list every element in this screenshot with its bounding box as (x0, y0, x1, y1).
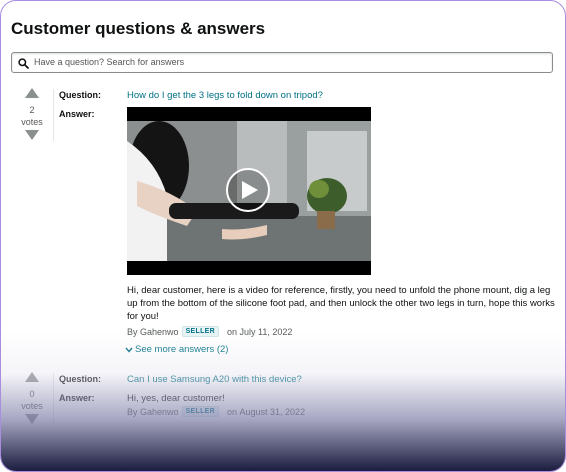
answer-label: Answer: (59, 393, 95, 403)
search-input[interactable] (34, 54, 534, 70)
author-name: Gahenwo (140, 406, 179, 417)
answer-text: Hi, yes, dear customer! (127, 393, 225, 404)
vote-divider (53, 89, 54, 141)
by-label: By (127, 326, 138, 337)
vote-widget: 2 votes (12, 88, 52, 142)
question-label: Question: (59, 374, 101, 384)
question-link[interactable]: Can I use Samsung A20 with this device? (127, 374, 302, 385)
chevron-down-icon (125, 347, 133, 353)
answer-byline: By Gahenwo SELLER on August 31, 2022 (127, 406, 305, 417)
answer-video[interactable] (127, 107, 371, 275)
vote-down-button[interactable] (12, 130, 52, 142)
answer-label: Answer: (59, 109, 95, 119)
triangle-up-icon (25, 88, 39, 98)
see-more-answers-link[interactable]: See more answers (2) (125, 344, 228, 355)
vote-up-button[interactable] (12, 88, 52, 100)
question-link[interactable]: How do I get the 3 legs to fold down on … (127, 90, 323, 101)
answer-byline: By Gahenwo SELLER on July 11, 2022 (127, 326, 292, 337)
triangle-down-icon (25, 130, 39, 140)
see-more-answers-label: See more answers (2) (135, 344, 229, 355)
section-title: Customer questions & answers (11, 19, 266, 38)
triangle-down-icon (25, 414, 39, 424)
votes-label: votes (21, 117, 43, 127)
vote-count: 2 (29, 105, 35, 115)
search-box[interactable] (11, 52, 553, 73)
by-label: By (127, 406, 138, 417)
seller-badge: SELLER (181, 326, 219, 337)
play-icon (242, 181, 258, 199)
search-icon (18, 56, 29, 74)
author-name: Gahenwo (140, 326, 179, 337)
play-button[interactable] (226, 168, 270, 212)
qa-panel: Customer questions & answers 2 votes Que… (0, 0, 566, 472)
seller-badge: SELLER (181, 406, 219, 417)
answer-date: July 11, 2022 (239, 326, 293, 337)
vote-count: 0 (29, 389, 35, 399)
answer-date: August 31, 2022 (239, 406, 306, 417)
vote-divider (53, 373, 54, 423)
triangle-up-icon (25, 372, 39, 382)
on-label: on (226, 326, 237, 337)
answer-text: Hi, dear customer, here is a video for r… (127, 285, 555, 322)
vote-down-button[interactable] (12, 414, 52, 426)
vote-widget: 0 votes (12, 372, 52, 426)
vote-up-button[interactable] (12, 372, 52, 384)
on-label: on (226, 406, 237, 417)
votes-label: votes (21, 401, 43, 411)
question-label: Question: (59, 90, 101, 100)
